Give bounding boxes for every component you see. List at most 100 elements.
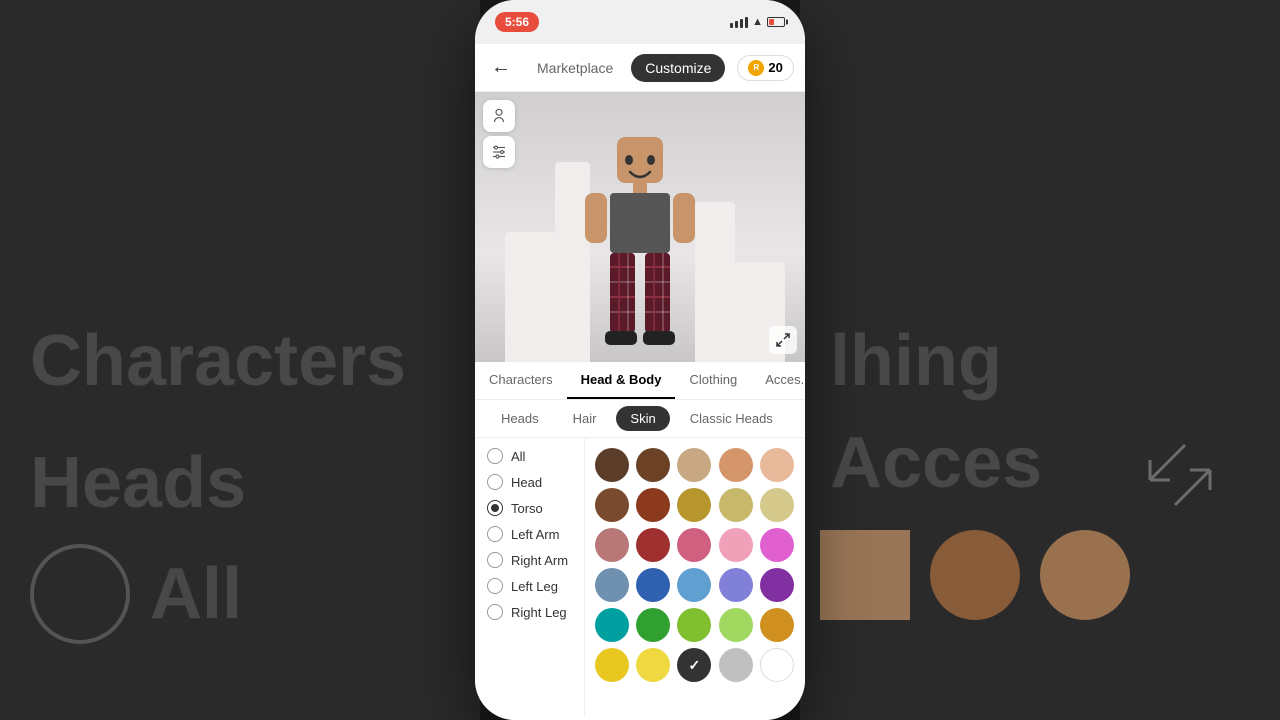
status-icons: ▲ xyxy=(730,16,785,28)
pillar-1 xyxy=(505,232,555,362)
currency-amount: 20 xyxy=(768,60,782,75)
color-swatch-13[interactable] xyxy=(677,528,711,562)
color-swatch-21[interactable] xyxy=(595,608,629,642)
subtab-heads[interactable]: Heads xyxy=(487,406,553,431)
character-svg xyxy=(575,122,705,352)
body-part-right-leg-label: Right Leg xyxy=(511,605,567,620)
standard-label: Standard xyxy=(475,716,805,720)
tab-accessories[interactable]: Acces... xyxy=(751,362,805,399)
color-swatch-17[interactable] xyxy=(636,568,670,602)
body-part-torso-label: Torso xyxy=(511,501,543,516)
radio-left-leg xyxy=(487,578,503,594)
color-swatch-14[interactable] xyxy=(719,528,753,562)
character-icon-btn[interactable] xyxy=(483,100,515,132)
nav-bar: ← Marketplace Customize R 20 xyxy=(475,44,805,92)
color-swatch-15[interactable] xyxy=(760,528,794,562)
color-swatch-6[interactable] xyxy=(595,488,629,522)
bg-collapse-arrows xyxy=(1140,435,1220,520)
body-part-torso[interactable]: Torso xyxy=(487,498,572,518)
marketplace-tab[interactable]: Marketplace xyxy=(523,54,627,82)
signal-bar-1 xyxy=(730,23,733,28)
character-preview xyxy=(475,92,805,362)
color-swatch-27[interactable] xyxy=(636,648,670,682)
content-area: All Head Torso Left Arm Right Arm xyxy=(475,438,805,716)
nav-tabs: Marketplace Customize xyxy=(523,54,725,82)
body-part-left-leg[interactable]: Left Leg xyxy=(487,576,572,596)
bg-clothing-text: lhing xyxy=(830,320,1250,402)
wifi-icon: ▲ xyxy=(752,16,763,28)
bg-left-panel: Characters Heads All xyxy=(0,0,480,720)
subtab-skin[interactable]: Skin xyxy=(616,406,669,431)
color-swatch-26[interactable] xyxy=(595,648,629,682)
bg-skin-circle-1 xyxy=(820,530,910,620)
status-bar: 5:56 ▲ xyxy=(475,0,805,44)
body-part-head[interactable]: Head xyxy=(487,472,572,492)
body-part-right-arm-label: Right Arm xyxy=(511,553,568,568)
color-swatch-4[interactable] xyxy=(719,448,753,482)
radio-head xyxy=(487,474,503,490)
color-swatch-22[interactable] xyxy=(636,608,670,642)
signal-bar-3 xyxy=(740,19,743,28)
color-swatch-9[interactable] xyxy=(719,488,753,522)
color-swatch-24[interactable] xyxy=(719,608,753,642)
color-swatch-16[interactable] xyxy=(595,568,629,602)
customize-tab[interactable]: Customize xyxy=(631,54,725,82)
radio-torso xyxy=(487,500,503,516)
tab-clothing[interactable]: Clothing xyxy=(675,362,751,399)
phone-container: 5:56 ▲ ← Marketplace Customize R 20 xyxy=(475,0,805,720)
signal-bar-2 xyxy=(735,21,738,28)
coin-icon: R xyxy=(748,60,764,76)
body-part-left-arm[interactable]: Left Arm xyxy=(487,524,572,544)
color-swatch-23[interactable] xyxy=(677,608,711,642)
color-swatch-8[interactable] xyxy=(677,488,711,522)
body-part-all[interactable]: All xyxy=(487,446,572,466)
color-swatch-11[interactable] xyxy=(595,528,629,562)
radio-all xyxy=(487,448,503,464)
bg-characters-text: Characters xyxy=(30,320,450,402)
radio-torso-dot xyxy=(491,504,499,512)
subtab-classic-heads[interactable]: Classic Heads xyxy=(676,406,787,431)
bg-right-panel: lhing Acces xyxy=(800,0,1280,720)
color-swatch-selected[interactable] xyxy=(677,648,711,682)
body-part-right-leg[interactable]: Right Leg xyxy=(487,602,572,622)
color-grid xyxy=(585,438,805,716)
tab-characters[interactable]: Characters xyxy=(475,362,567,399)
color-swatch-29[interactable] xyxy=(719,648,753,682)
back-button[interactable]: ← xyxy=(491,56,511,79)
body-parts-list: All Head Torso Left Arm Right Arm xyxy=(475,438,585,716)
bg-all-label: All xyxy=(150,553,242,635)
battery-icon xyxy=(767,17,785,27)
color-swatch-5[interactable] xyxy=(760,448,794,482)
signal-bar-4 xyxy=(745,17,748,28)
bg-skin-circle-3 xyxy=(1040,530,1130,620)
color-swatch-20[interactable] xyxy=(760,568,794,602)
body-part-all-label: All xyxy=(511,449,525,464)
color-swatch-1[interactable] xyxy=(595,448,629,482)
bg-skin-circle-2 xyxy=(930,530,1020,620)
color-swatch-19[interactable] xyxy=(719,568,753,602)
battery-fill xyxy=(769,19,774,25)
color-swatch-10[interactable] xyxy=(760,488,794,522)
color-swatch-7[interactable] xyxy=(636,488,670,522)
sub-tabs: Heads Hair Skin Classic Heads xyxy=(475,400,805,438)
main-tabs: Characters Head & Body Clothing Acces... xyxy=(475,362,805,400)
color-swatch-30[interactable] xyxy=(760,648,794,682)
color-swatch-12[interactable] xyxy=(636,528,670,562)
character-sidebar xyxy=(475,92,519,176)
tab-head-body[interactable]: Head & Body xyxy=(567,362,676,399)
color-swatch-25[interactable] xyxy=(760,608,794,642)
sliders-icon-btn[interactable] xyxy=(483,136,515,168)
bg-heads-text: Heads xyxy=(30,442,450,524)
body-part-left-leg-label: Left Leg xyxy=(511,579,558,594)
subtab-hair[interactable]: Hair xyxy=(559,406,611,431)
body-part-head-label: Head xyxy=(511,475,542,490)
expand-button[interactable] xyxy=(769,326,797,354)
color-swatch-18[interactable] xyxy=(677,568,711,602)
status-time: 5:56 xyxy=(495,12,539,32)
radio-right-arm xyxy=(487,552,503,568)
color-swatch-2[interactable] xyxy=(636,448,670,482)
body-part-right-arm[interactable]: Right Arm xyxy=(487,550,572,570)
color-swatch-3[interactable] xyxy=(677,448,711,482)
body-part-left-arm-label: Left Arm xyxy=(511,527,559,542)
bg-circle-all xyxy=(30,544,130,644)
